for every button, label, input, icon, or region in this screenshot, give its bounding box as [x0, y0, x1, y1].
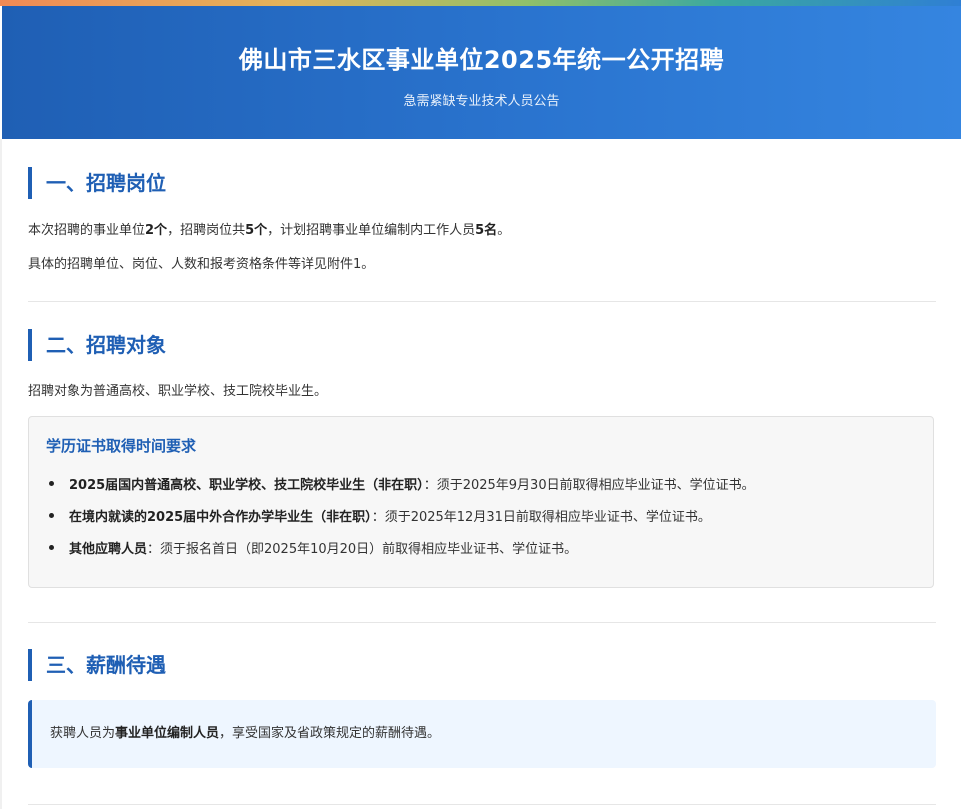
s1-text-c: ，招聘岗位共 — [167, 223, 246, 238]
s1-staff-count: 5名 — [475, 223, 498, 238]
s1-text-a: 本次招聘的事业单位 — [28, 223, 146, 238]
s1-text-g: 。 — [497, 223, 511, 238]
s1-unit-count: 2个 — [145, 223, 168, 238]
divider — [28, 301, 936, 302]
section-title-positions: 一、招聘岗位 — [28, 167, 166, 199]
list-item-label: 2025届国内普通高校、职业学校、技工院校毕业生（非在职） — [69, 478, 424, 493]
section-title-targets: 二、招聘对象 — [28, 329, 166, 361]
list-item: 其他应聘人员：须于报名首日（即2025年10月20日）前取得相应毕业证书、学位证… — [48, 538, 578, 557]
salary-text-emphasis: 事业单位编制人员 — [115, 726, 220, 741]
section-title-salary: 三、薪酬待遇 — [28, 649, 166, 681]
list-item: 在境内就读的2025届中外合作办学毕业生（非在职）：须于2025年12月31日前… — [49, 506, 711, 525]
list-item-label: 其他应聘人员 — [69, 542, 148, 557]
section1-paragraph-1: 本次招聘的事业单位2个，招聘岗位共5个，计划招聘事业单位编制内工作人员5名。 — [28, 219, 510, 238]
list-item: 2025届国内普通高校、职业学校、技工院校毕业生（非在职）：须于2025年9月3… — [49, 474, 755, 493]
s1-post-count: 5个 — [245, 223, 268, 238]
salary-text-c: ，享受国家及省政策规定的薪酬待遇。 — [219, 726, 441, 741]
section2-paragraph: 招聘对象为普通高校、职业学校、技工院校毕业生。 — [28, 384, 328, 399]
list-item-text: ：须于2025年9月30日前取得相应毕业证书、学位证书。 — [423, 478, 755, 493]
s1-text-e: ，计划招聘事业单位编制内工作人员 — [267, 223, 476, 238]
education-requirement-box: 学历证书取得时间要求 2025届国内普通高校、职业学校、技工院校毕业生（非在职）… — [28, 416, 934, 588]
divider — [28, 622, 936, 623]
page-subtitle: 急需紧缺专业技术人员公告 — [403, 94, 560, 109]
list-item-label: 在境内就读的2025届中外合作办学毕业生（非在职） — [69, 510, 372, 525]
list-item-text: ：须于报名首日（即2025年10月20日）前取得相应毕业证书、学位证书。 — [147, 542, 578, 557]
page-title: 佛山市三水区事业单位2025年统一公开招聘 — [238, 46, 725, 74]
salary-text: 获聘人员为事业单位编制人员，享受国家及省政策规定的薪酬待遇。 — [50, 722, 440, 741]
divider — [28, 804, 936, 805]
list-item-text: ：须于2025年12月31日前取得相应毕业证书、学位证书。 — [371, 510, 711, 525]
salary-callout-box: 获聘人员为事业单位编制人员，享受国家及省政策规定的薪酬待遇。 — [28, 700, 936, 768]
salary-text-a: 获聘人员为 — [50, 726, 116, 741]
header-banner: 佛山市三水区事业单位2025年统一公开招聘 急需紧缺专业技术人员公告 — [2, 6, 961, 139]
requirement-box-title: 学历证书取得时间要求 — [46, 437, 197, 455]
section1-paragraph-2: 具体的招聘单位、岗位、人数和报考资格条件等详见附件1。 — [28, 257, 375, 272]
page: 佛山市三水区事业单位2025年统一公开招聘 急需紧缺专业技术人员公告 一、招聘岗… — [0, 0, 961, 809]
left-edge-line — [0, 139, 2, 809]
